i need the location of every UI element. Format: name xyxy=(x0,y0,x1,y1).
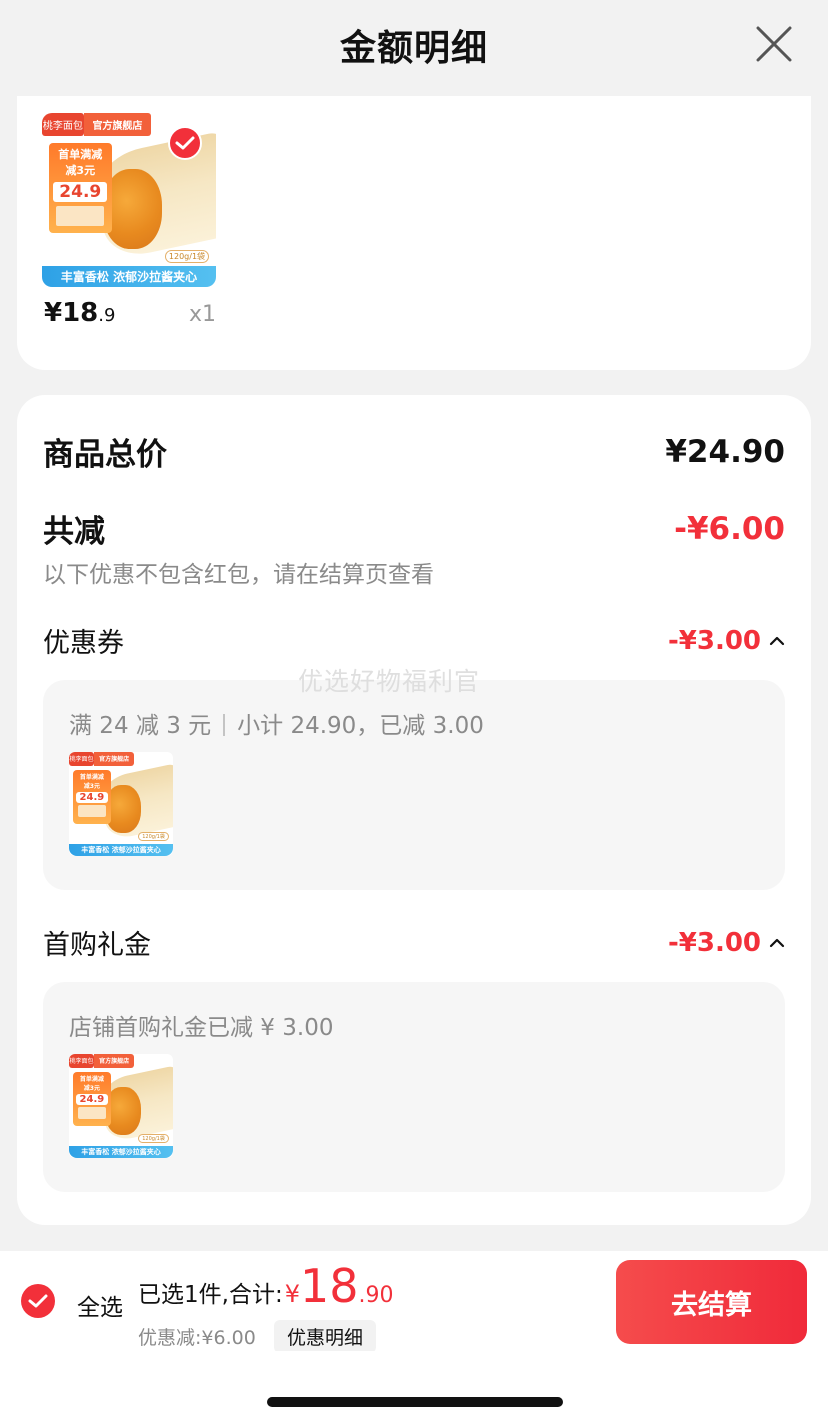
close-button[interactable] xyxy=(752,22,796,66)
product-select-check[interactable] xyxy=(168,126,202,160)
safe-area xyxy=(0,1351,828,1425)
promo-box: 首单满减 减3元 24.9 xyxy=(73,1071,111,1126)
total-label: 商品总价 xyxy=(43,437,167,473)
coupon-subtotal: 小计 24.90，已减 3.00 xyxy=(237,713,484,739)
discount-amount: 优惠减:¥6.00 xyxy=(138,1327,256,1349)
promo-pack xyxy=(56,205,105,226)
promo-line: 首单满减 xyxy=(58,148,103,162)
coupon-row[interactable]: 优惠券 -¥3.00 xyxy=(43,621,785,660)
weight-tag: 120g/1袋 xyxy=(138,1134,169,1144)
floss-graphic xyxy=(102,168,163,249)
weight-tag: 120g/1袋 xyxy=(138,832,169,842)
chevron-up-icon[interactable] xyxy=(769,938,785,948)
product-band: 丰富香松 浓郁沙拉酱夹心 xyxy=(42,266,216,287)
coupon-value: -¥3.00 xyxy=(667,625,761,656)
promo-price: 24.9 xyxy=(75,792,108,804)
floss-graphic xyxy=(105,785,141,834)
discount-detail-button[interactable]: 优惠明细 xyxy=(274,1320,377,1353)
coupon-detail-text: 满 24 减 3 元小计 24.90，已减 3.00 xyxy=(69,706,484,740)
chevron-up-icon[interactable] xyxy=(769,636,785,646)
store-badge: 桃李面包 官方旗舰店 xyxy=(69,752,173,766)
promo-reduce: 减3元 xyxy=(65,164,96,178)
product-band: 丰富香松 浓郁沙拉酱夹心 xyxy=(69,1145,173,1158)
promo-box: 首单满减 减3元 24.9 xyxy=(73,769,111,824)
page-title: 金额明细 xyxy=(339,28,488,69)
reduce-label: 共减 xyxy=(43,514,105,550)
total-value: ¥24.90 xyxy=(665,433,785,470)
total-row: 商品总价 ¥24.90 xyxy=(43,429,785,474)
gift-value-group: -¥3.00 xyxy=(668,928,785,958)
reduce-value: -¥6.00 xyxy=(674,510,785,547)
promo-reduce: 减3元 xyxy=(83,782,100,790)
store-logo: 桃李面包 xyxy=(69,752,94,766)
gift-detail-panel: 店铺首购礼金已减 ¥ 3.00 桃李面包 官方旗舰店 首单满减 减3元 24.9… xyxy=(43,982,785,1192)
modal-header: 金额明细 xyxy=(0,0,828,90)
store-badge: 桃李面包 官方旗舰店 xyxy=(69,1054,173,1068)
close-icon xyxy=(756,26,792,62)
select-all-checkbox[interactable] xyxy=(21,1284,55,1318)
promo-price: 24.9 xyxy=(75,1094,108,1106)
store-logo: 桃李面包 xyxy=(42,113,84,136)
promo-line: 首单满减 xyxy=(79,1075,104,1083)
floss-graphic xyxy=(105,1087,141,1136)
total-amount-dec: .90 xyxy=(358,1283,394,1308)
home-indicator[interactable] xyxy=(267,1397,563,1407)
promo-box: 首单满减 减3元 24.9 xyxy=(48,142,112,234)
divider xyxy=(223,714,226,736)
store-logo: 桃李面包 xyxy=(69,1054,94,1068)
gift-value: -¥3.00 xyxy=(667,927,761,958)
gift-row[interactable]: 首购礼金 -¥3.00 xyxy=(43,923,785,962)
total-amount-int: 18 xyxy=(299,1259,359,1313)
checkout-bar: 全选 已选1件,合计: ¥ 18 .90 优惠减:¥6.00 优惠明细 去结算 xyxy=(0,1251,828,1353)
coupon-rule: 满 24 减 3 元 xyxy=(69,713,212,739)
reduce-row: 共减 -¥6.00 xyxy=(43,506,785,551)
product-card: 桃李面包 官方旗舰店 首单满减 减3元 24.9 120g/1袋 丰富香松 浓郁… xyxy=(17,96,811,370)
selected-count-text: 已选1件,合计: xyxy=(138,1282,283,1308)
store-badge-label: 官方旗舰店 xyxy=(93,752,135,766)
promo-line: 首单满减 xyxy=(79,773,104,781)
coupon-detail-panel: 满 24 减 3 元小计 24.90，已减 3.00 桃李面包 官方旗舰店 首单… xyxy=(43,680,785,890)
price-detail-card: 商品总价 ¥24.90 共减 -¥6.00 以下优惠不包含红包，请在结算页查看 … xyxy=(17,395,811,1225)
discount-note: 以下优惠不包含红包，请在结算页查看 xyxy=(43,562,434,588)
total-currency: ¥ xyxy=(284,1280,300,1308)
promo-pack xyxy=(77,805,107,818)
coupon-product-image: 桃李面包 官方旗舰店 首单满减 减3元 24.9 120g/1袋 丰富香松 浓郁… xyxy=(69,752,173,856)
gift-detail-text: 店铺首购礼金已减 ¥ 3.00 xyxy=(69,1015,334,1041)
promo-reduce: 减3元 xyxy=(83,1084,100,1092)
checkmark-icon xyxy=(28,1294,48,1308)
coupon-value-group: -¥3.00 xyxy=(668,626,785,656)
gift-label: 首购礼金 xyxy=(43,930,151,961)
selected-summary: 已选1件,合计: ¥ 18 .90 xyxy=(138,1263,394,1309)
watermark: 优选好物福利官 xyxy=(298,667,481,696)
weight-tag: 120g/1袋 xyxy=(164,249,210,263)
promo-pack xyxy=(77,1107,107,1120)
product-price-int: ¥18 xyxy=(44,298,99,328)
store-badge-label: 官方旗舰店 xyxy=(83,113,152,136)
coupon-label: 优惠券 xyxy=(43,628,124,659)
product-price-dec: .9 xyxy=(98,305,116,326)
product-band: 丰富香松 浓郁沙拉酱夹心 xyxy=(69,843,173,856)
select-all-label[interactable]: 全选 xyxy=(77,1288,123,1322)
product-price: ¥18.9 xyxy=(44,298,115,328)
store-badge-label: 官方旗舰店 xyxy=(93,1054,135,1068)
gift-product-image: 桃李面包 官方旗舰店 首单满减 减3元 24.9 120g/1袋 丰富香松 浓郁… xyxy=(69,1054,173,1158)
checkmark-icon xyxy=(175,136,195,150)
promo-price: 24.9 xyxy=(53,182,108,203)
product-quantity: x1 xyxy=(189,302,217,327)
checkout-button[interactable]: 去结算 xyxy=(616,1260,807,1344)
